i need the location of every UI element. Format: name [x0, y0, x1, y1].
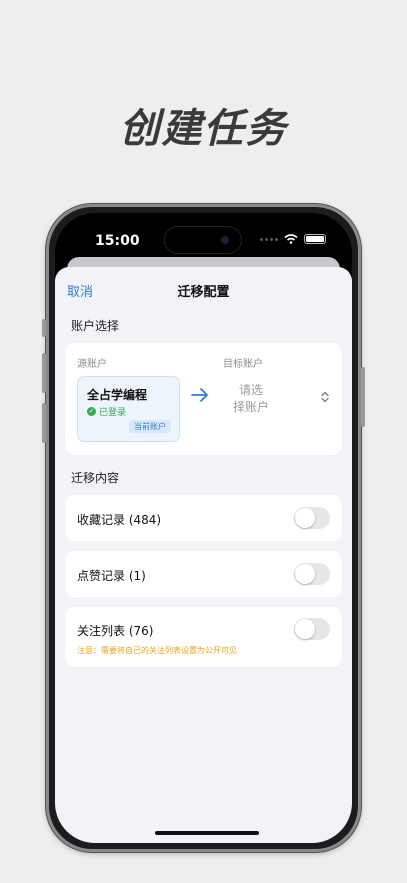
- camera-icon: [221, 236, 229, 244]
- chevron-up-down-icon[interactable]: [320, 391, 330, 403]
- battery-icon: [304, 234, 326, 244]
- status-icons: [260, 234, 326, 244]
- source-account-label: 源账户: [77, 359, 107, 370]
- migration-config-sheet: 取消 迁移配置 账户选择 源账户 目标账户 全占学编程 ✓ 已登录 当前账户 请…: [55, 267, 352, 843]
- following-row: 关注列表 (76) 注意：需要将自己的关注列表设置为公开可见: [65, 607, 342, 667]
- following-label: 关注列表 (76): [77, 624, 154, 638]
- volume-up-button: [42, 353, 46, 393]
- target-placeholder-line2: 择账户: [232, 400, 269, 414]
- target-account-picker[interactable]: 请选 择账户: [223, 382, 279, 416]
- cancel-button[interactable]: 取消: [67, 281, 93, 300]
- likes-label: 点赞记录 (1): [77, 569, 146, 583]
- source-account-box[interactable]: 全占学编程 ✓ 已登录 当前账户: [77, 376, 180, 442]
- check-circle-icon: ✓: [87, 407, 96, 416]
- favorites-toggle[interactable]: [294, 507, 330, 529]
- target-account-label: 目标账户: [223, 359, 263, 370]
- home-indicator[interactable]: [155, 831, 259, 835]
- phone-screen: 15:00 取消 迁移配置 账户选择 源账户 目标账户 全占学编程 ✓ 已登录 …: [55, 213, 352, 843]
- likes-row: 点赞记录 (1): [65, 551, 342, 597]
- login-status-text: 已登录: [99, 408, 127, 418]
- account-selection-card: 源账户 目标账户 全占学编程 ✓ 已登录 当前账户 请选 择账户: [65, 343, 342, 455]
- dynamic-island: [164, 226, 242, 254]
- source-account-name: 全占学编程: [87, 388, 148, 402]
- nav-bar: 取消 迁移配置: [55, 267, 352, 311]
- following-note: 注意：需要将自己的关注列表设置为公开可见: [77, 646, 237, 655]
- account-section-label: 账户选择: [71, 319, 120, 333]
- content-section-label: 迁移内容: [71, 471, 120, 485]
- mute-switch: [42, 319, 46, 337]
- nav-title: 迁移配置: [177, 285, 230, 300]
- favorites-row: 收藏记录 (484): [65, 495, 342, 541]
- page-headline: 创建任务: [119, 106, 288, 152]
- wifi-icon: [284, 234, 298, 244]
- phone-frame: 15:00 取消 迁移配置 账户选择 源账户 目标账户 全占学编程 ✓ 已登录 …: [42, 204, 365, 852]
- status-time: 15:00: [95, 233, 140, 249]
- cellular-icon: [260, 237, 278, 241]
- current-account-tag: 当前账户: [129, 420, 171, 433]
- volume-down-button: [42, 403, 46, 443]
- target-placeholder-line1: 请选: [238, 383, 263, 397]
- following-toggle[interactable]: [294, 618, 330, 640]
- favorites-label: 收藏记录 (484): [77, 513, 162, 527]
- likes-toggle[interactable]: [294, 563, 330, 585]
- login-status: ✓ 已登录: [87, 405, 126, 418]
- arrow-right-icon: [191, 388, 208, 402]
- power-button: [361, 367, 365, 427]
